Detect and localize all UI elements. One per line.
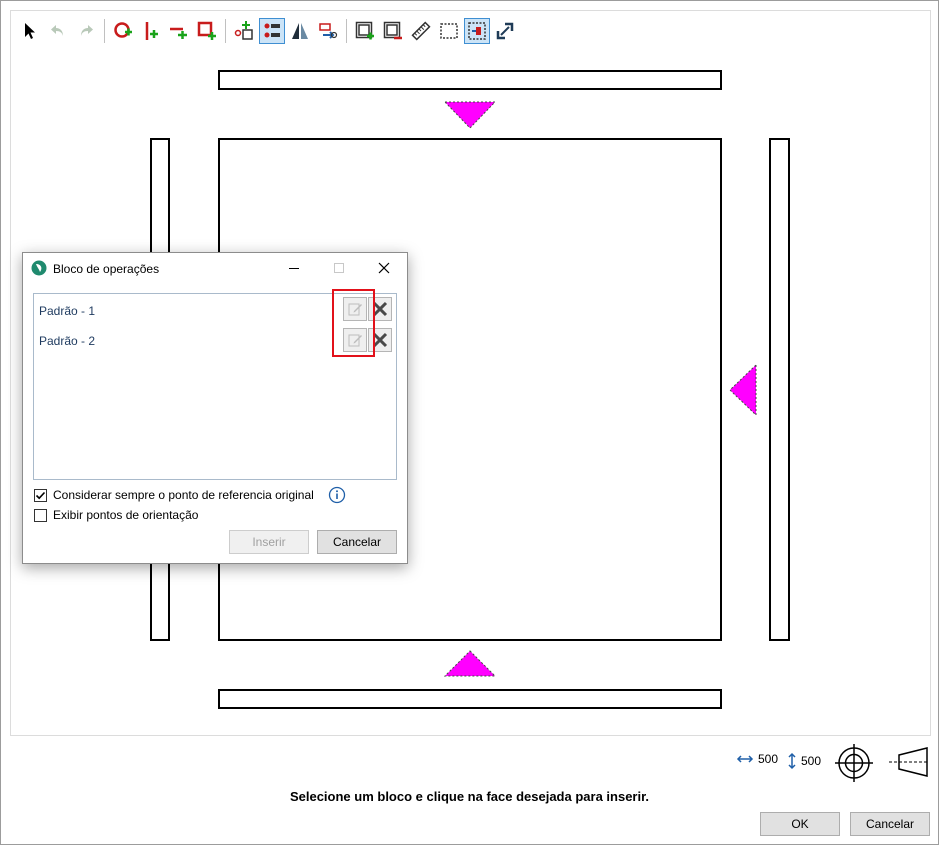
reference-point-checkbox[interactable] (34, 488, 47, 502)
toolbar-separator (346, 19, 347, 43)
add-rectangle-icon[interactable] (194, 18, 220, 44)
dialog-title: Bloco de operações (53, 262, 160, 276)
bottom-face-marker-triangle (444, 650, 496, 677)
resize-icon[interactable] (492, 18, 518, 44)
width-value: 500 (758, 752, 779, 766)
right-panel-rect[interactable] (769, 138, 790, 641)
insert-vertical-icon[interactable] (138, 18, 164, 44)
redo-icon[interactable] (73, 18, 99, 44)
remove-frame-icon[interactable] (380, 18, 406, 44)
toolbar (17, 17, 518, 45)
cancel-button[interactable]: Cancelar (850, 812, 930, 836)
rotate-add-icon[interactable] (110, 18, 136, 44)
toolbar-separator (104, 19, 105, 43)
minimize-button[interactable] (276, 257, 312, 279)
checkmark-icon (35, 491, 46, 499)
right-face-marker-triangle (729, 364, 757, 416)
dotted-rect-icon[interactable] (436, 18, 462, 44)
vertical-dimension-icon (788, 752, 796, 770)
top-face-marker-triangle (444, 101, 496, 129)
orientation-points-label: Exibir pontos de orientação (53, 508, 199, 522)
maximize-icon (334, 263, 344, 273)
add-frame-icon[interactable] (352, 18, 378, 44)
bottom-panel-rect[interactable] (218, 689, 722, 709)
toolbar-separator (225, 19, 226, 43)
app-logo-icon (31, 260, 47, 276)
horizontal-dimension-icon (736, 755, 754, 763)
insert-button[interactable]: Inserir (229, 530, 309, 554)
info-icon[interactable] (328, 486, 346, 504)
list-grid-icon[interactable] (259, 18, 285, 44)
insert-horizontal-icon[interactable] (166, 18, 192, 44)
height-readout: 500 (787, 752, 821, 770)
panel-active-icon[interactable] (464, 18, 490, 44)
ok-button[interactable]: OK (760, 812, 840, 836)
reference-point-option[interactable]: Considerar sempre o ponto de referencia … (34, 486, 346, 504)
list-item-label[interactable]: Padrão - 1 (39, 304, 95, 318)
edit-buttons-highlight (332, 289, 375, 357)
close-icon (378, 262, 390, 274)
undo-icon[interactable] (45, 18, 71, 44)
dialog-cancel-button[interactable]: Cancelar (317, 530, 397, 554)
ruler-icon[interactable] (408, 18, 434, 44)
reference-point-label: Considerar sempre o ponto de referencia … (53, 488, 314, 502)
select-arrow-icon[interactable] (17, 18, 43, 44)
bottom-face-marker[interactable] (444, 650, 496, 677)
orientation-points-checkbox[interactable] (34, 508, 47, 522)
height-value: 500 (801, 754, 822, 768)
projection-view-icon[interactable] (887, 746, 931, 778)
right-face-marker[interactable] (729, 364, 757, 416)
top-face-marker[interactable] (444, 101, 496, 129)
mirror-icon[interactable] (287, 18, 313, 44)
crosshair-target-icon[interactable] (835, 744, 873, 782)
operations-block-dialog: Bloco de operações Padrão - 1 Padrão - 2… (22, 252, 408, 564)
orientation-points-option[interactable]: Exibir pontos de orientação (34, 508, 198, 522)
move-group-icon[interactable] (315, 18, 341, 44)
node-add-icon[interactable] (231, 18, 257, 44)
top-panel-rect[interactable] (218, 70, 722, 90)
minimize-icon (289, 268, 299, 269)
status-message: Selecione um bloco e clique na face dese… (289, 789, 650, 804)
maximize-button (321, 257, 357, 279)
close-button[interactable] (366, 257, 402, 279)
width-readout: 500 (736, 752, 778, 766)
list-item-label[interactable]: Padrão - 2 (39, 334, 95, 348)
